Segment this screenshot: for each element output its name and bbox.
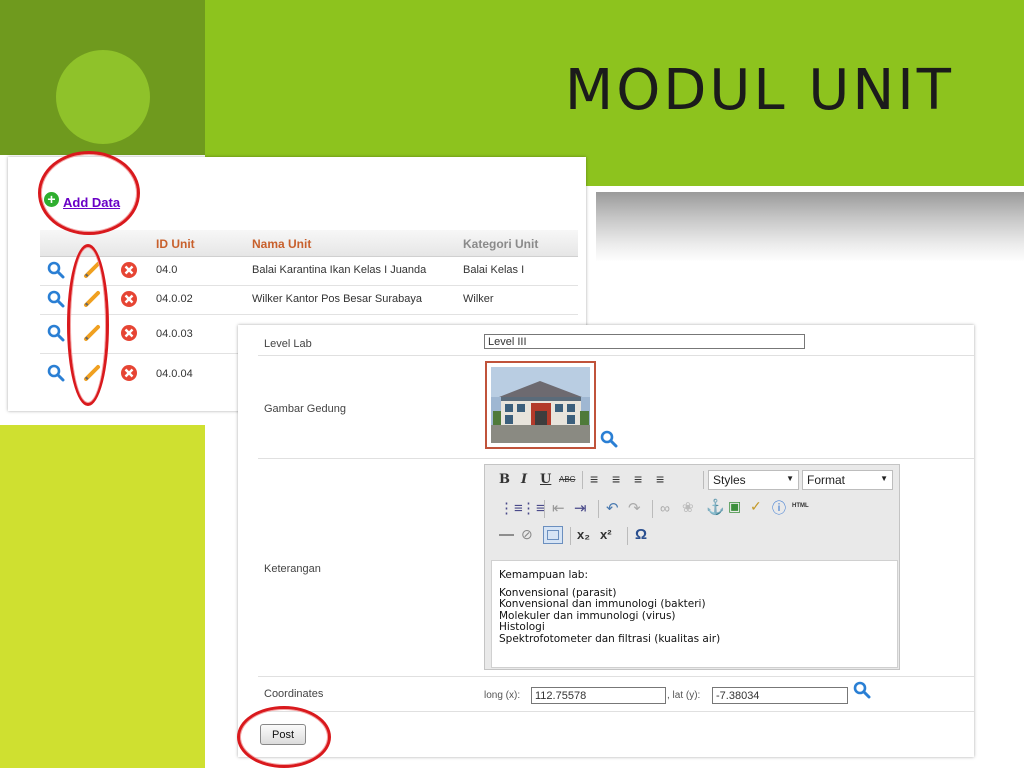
slide-bg-circle [56, 50, 150, 144]
toolbar-separator [703, 471, 704, 489]
cell-id-unit: 04.0 [156, 264, 178, 276]
search-icon[interactable] [853, 681, 871, 699]
eraser-icon[interactable]: ⊘ [521, 526, 533, 543]
editor-text-line: Kemampuan lab: [499, 569, 589, 581]
toolbar-separator [544, 500, 545, 518]
cleanup-icon[interactable]: ✓ [750, 498, 762, 515]
editor-content-area[interactable]: Kemampuan lab: Konvensional (parasit) Ko… [491, 560, 898, 668]
superscript-button[interactable]: x² [600, 527, 612, 542]
slide-title: MODUL UNIT [564, 58, 954, 123]
search-icon[interactable] [47, 290, 65, 308]
undo-icon[interactable]: ↶ [606, 499, 619, 517]
styles-select[interactable]: Styles ▼ [708, 470, 799, 490]
cell-kategori-unit: Wilker [463, 293, 494, 305]
search-icon[interactable] [47, 324, 65, 342]
unlink-icon[interactable]: ❀ [682, 499, 694, 516]
help-icon[interactable]: ⓘ [772, 498, 786, 518]
column-header-nama-unit[interactable]: Nama Unit [252, 237, 311, 251]
outdent-icon[interactable]: ⇤ [552, 499, 565, 517]
column-header-id-unit[interactable]: ID Unit [156, 237, 195, 251]
delete-icon[interactable] [120, 324, 138, 342]
cell-id-unit: 04.0.04 [156, 368, 193, 380]
align-right-icon[interactable]: ≡ [634, 471, 642, 487]
chevron-down-icon: ▼ [880, 474, 888, 483]
lat-input[interactable]: -7.38034 [712, 687, 848, 704]
align-justify-icon[interactable]: ≡ [656, 471, 664, 487]
highlight-ring-post [237, 706, 331, 768]
highlight-ring-edit-column [67, 244, 109, 406]
building-photo[interactable] [485, 361, 596, 449]
cell-id-unit: 04.0.02 [156, 293, 193, 305]
search-icon[interactable] [47, 364, 65, 382]
link-icon[interactable]: ∞ [660, 500, 670, 516]
image-icon[interactable]: ▣ [728, 498, 741, 515]
table-button[interactable] [543, 526, 563, 544]
html-source-button[interactable]: HTML [792, 503, 809, 509]
editor-text-line: Molekuler dan immunologi (virus) [499, 609, 676, 622]
toolbar-separator [652, 500, 653, 518]
delete-icon[interactable] [120, 290, 138, 308]
anchor-icon[interactable]: ⚓ [706, 498, 725, 516]
toolbar-separator [598, 500, 599, 518]
toolbar-separator [582, 471, 583, 489]
slide-bg-lime [0, 425, 205, 768]
styles-select-label: Styles [713, 473, 746, 487]
horizontal-rule-icon[interactable]: — [499, 526, 514, 543]
delete-icon[interactable] [120, 261, 138, 279]
column-header-kategori-unit[interactable]: Kategori Unit [463, 237, 538, 251]
level-lab-input[interactable]: Level III [484, 334, 805, 349]
gambar-gedung-label: Gambar Gedung [264, 403, 346, 415]
cell-nama-unit: Wilker Kantor Pos Besar Surabaya [252, 293, 422, 305]
coordinates-label: Coordinates [264, 688, 324, 700]
chevron-down-icon: ▼ [786, 474, 794, 483]
level-lab-label: Level Lab [264, 338, 312, 350]
toolbar-separator [627, 527, 628, 545]
italic-button[interactable]: I [521, 472, 527, 487]
redo-icon[interactable]: ↷ [628, 499, 641, 517]
cell-kategori-unit: Balai Kelas I [463, 264, 525, 276]
special-character-button[interactable]: Ω [635, 526, 647, 543]
slide-bg-gray-gradient [596, 192, 1024, 262]
bullet-list-icon[interactable]: ⋮≡ [499, 499, 523, 517]
search-icon[interactable] [600, 430, 618, 448]
cell-id-unit: 04.0.03 [156, 328, 193, 340]
bold-button[interactable]: B [499, 472, 510, 487]
format-select-label: Format [807, 473, 846, 487]
numbered-list-icon[interactable]: ⋮≡ [521, 499, 545, 517]
lat-label: , lat (y): [667, 690, 701, 701]
cell-nama-unit: Balai Karantina Ikan Kelas I Juanda [252, 264, 427, 276]
table-icon [547, 530, 559, 540]
editor-text-line: Konvensional dan immunologi (bakteri) [499, 598, 706, 610]
building-image [491, 367, 590, 443]
keterangan-label: Keterangan [264, 563, 321, 575]
strikethrough-button[interactable]: ABC [559, 475, 575, 484]
long-label: long (x): [484, 690, 521, 701]
underline-button[interactable]: U [540, 472, 551, 487]
indent-icon[interactable]: ⇥ [574, 499, 587, 517]
align-center-icon[interactable]: ≡ [612, 471, 620, 487]
align-left-icon[interactable]: ≡ [590, 471, 598, 487]
editor-text-line: Spektrofotometer dan filtrasi (kualitas … [499, 632, 721, 645]
subscript-button[interactable]: x₂ [577, 527, 590, 542]
search-icon[interactable] [47, 261, 65, 279]
highlight-ring-add-data [38, 151, 140, 235]
delete-icon[interactable] [120, 364, 138, 382]
long-input[interactable]: 112.75578 [531, 687, 666, 704]
editor-text-line: Histologi [499, 621, 545, 633]
toolbar-separator [570, 527, 571, 545]
format-select[interactable]: Format ▼ [802, 470, 893, 490]
